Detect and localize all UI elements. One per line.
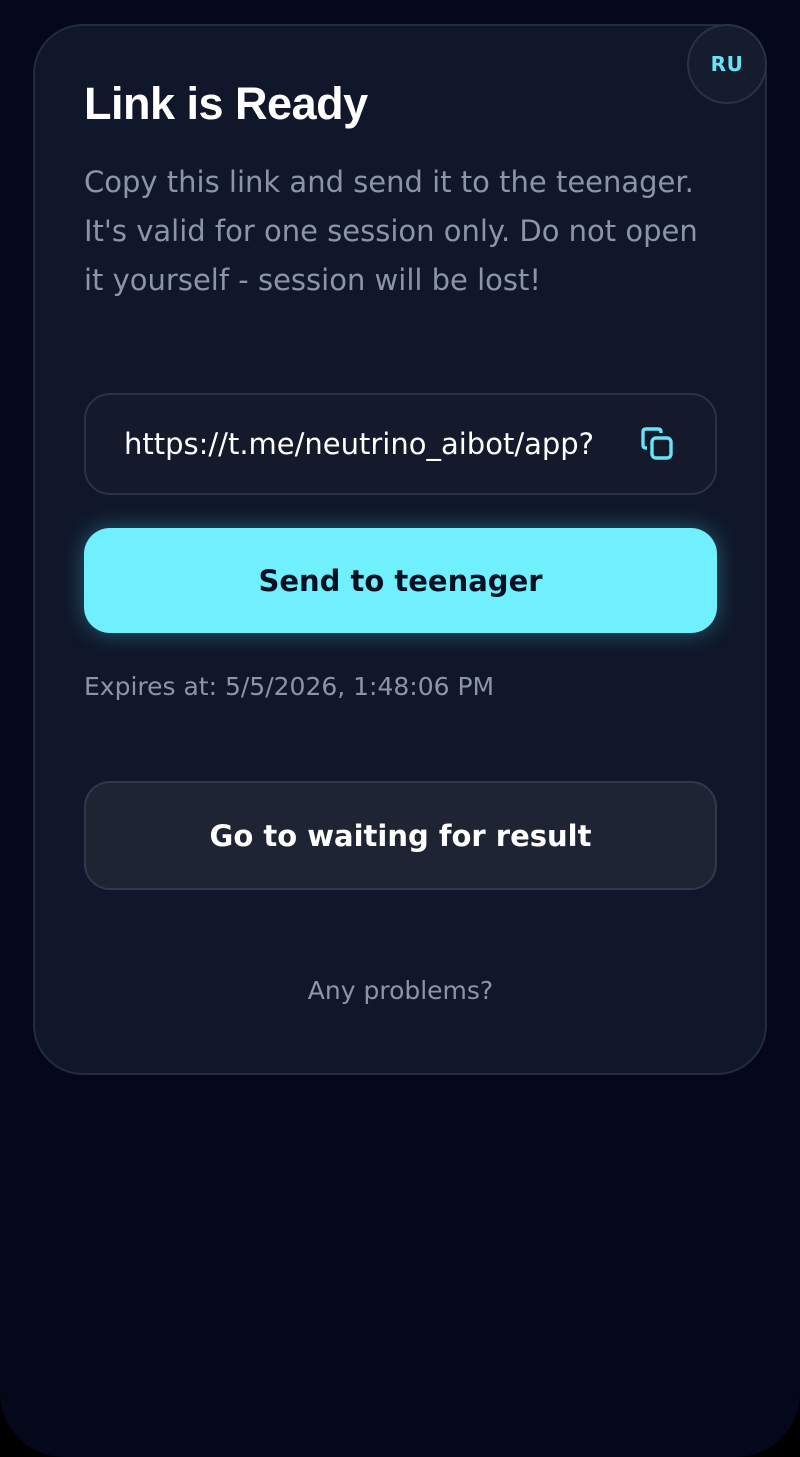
any-problems-link[interactable]: Any problems? <box>84 972 717 1010</box>
link-field[interactable]: https://t.me/neutrino_aibot/app? <box>84 393 717 495</box>
go-to-waiting-button[interactable]: Go to waiting for result <box>84 781 717 890</box>
copy-icon[interactable] <box>635 422 679 466</box>
send-to-teenager-button[interactable]: Send to teenager <box>84 528 717 633</box>
link-value[interactable]: https://t.me/neutrino_aibot/app? <box>124 427 617 461</box>
expiry-timestamp: Expires at: 5/5/2026, 1:48:06 PM <box>84 672 495 701</box>
page-title: Link is Ready <box>84 78 368 129</box>
instructions-text: Copy this link and send it to the teenag… <box>84 165 698 297</box>
language-toggle-button[interactable]: RU <box>687 24 767 104</box>
app-screen: RU Link is Ready Copy this link and send… <box>0 0 800 1457</box>
